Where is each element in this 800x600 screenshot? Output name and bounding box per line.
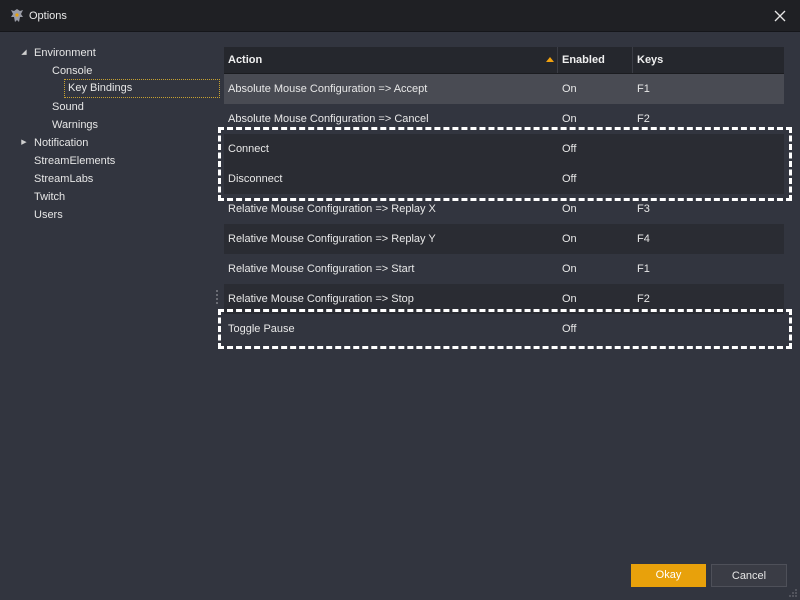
tree-item-label: Key Bindings [64, 79, 220, 98]
tree-item-label: Notification [34, 137, 89, 149]
tree-item-notification[interactable]: ▶ Notification [16, 134, 216, 152]
cell-keys: F1 [637, 83, 650, 95]
tree-item-environment[interactable]: ◢ Environment [16, 44, 216, 62]
table-row[interactable]: Relative Mouse Configuration => Stop On … [224, 284, 784, 314]
column-header-keys[interactable]: Keys [633, 47, 784, 73]
cell-action: Absolute Mouse Configuration => Cancel [228, 113, 429, 125]
cell-keys: F2 [637, 113, 650, 125]
column-header-label: Action [228, 54, 263, 66]
cell-enabled: On [562, 293, 577, 305]
cell-enabled: On [562, 83, 577, 95]
cell-keys: F3 [637, 203, 650, 215]
key-bindings-table: Action Enabled Keys Absolute Mouse Confi… [224, 47, 784, 344]
cell-action: Absolute Mouse Configuration => Accept [228, 83, 428, 95]
resize-grip-icon[interactable] [788, 588, 798, 598]
cell-action: Relative Mouse Configuration => Replay X [228, 203, 436, 215]
cell-enabled: Off [562, 323, 577, 335]
tree-item-label: Users [34, 209, 63, 221]
tree-collapsed-icon[interactable]: ▶ [19, 134, 29, 152]
tree-expanded-icon[interactable]: ◢ [19, 44, 29, 62]
table-row[interactable]: Absolute Mouse Configuration => Accept O… [224, 74, 784, 104]
tree-item-key-bindings[interactable]: Key Bindings [16, 79, 220, 98]
cell-enabled: On [562, 113, 577, 125]
tree-item-streamlabs[interactable]: StreamLabs [16, 170, 216, 188]
close-icon [774, 10, 786, 22]
close-button[interactable] [770, 6, 790, 26]
cell-action: Disconnect [228, 173, 283, 185]
sort-ascending-icon [546, 57, 554, 62]
okay-button[interactable]: Okay [631, 564, 706, 587]
cell-enabled: Off [562, 143, 577, 155]
tree-item-label: StreamElements [34, 155, 116, 167]
tree-item-label: StreamLabs [34, 173, 94, 185]
table-row[interactable]: Absolute Mouse Configuration => Cancel O… [224, 104, 784, 134]
cell-keys [633, 164, 784, 194]
tree-item-console[interactable]: Console [16, 62, 216, 80]
cell-enabled: On [562, 203, 577, 215]
cell-keys: F2 [637, 293, 650, 305]
table-row[interactable]: Toggle Pause Off [224, 314, 784, 344]
tree-item-label: Twitch [34, 191, 66, 203]
column-header-action[interactable]: Action [224, 47, 558, 73]
tree-item-label: Sound [52, 101, 84, 113]
table-row[interactable]: Disconnect Off [224, 164, 784, 194]
title-bar: Options [0, 0, 800, 32]
cell-action: Toggle Pause [228, 323, 295, 335]
cell-keys [633, 134, 784, 164]
column-header-enabled[interactable]: Enabled [558, 47, 633, 73]
splitter-handle[interactable] [216, 290, 220, 304]
cancel-button[interactable]: Cancel [711, 564, 787, 587]
window-title: Options [29, 10, 67, 22]
tree-item-streamelements[interactable]: StreamElements [16, 152, 216, 170]
tree-item-label: Warnings [52, 119, 99, 131]
cell-action: Connect [228, 143, 269, 155]
tree-item-sound[interactable]: Sound [16, 98, 216, 116]
cell-keys: F1 [637, 263, 650, 275]
column-header-label: Enabled [562, 54, 605, 66]
dragon-logo-icon [11, 9, 23, 22]
table-row[interactable]: Relative Mouse Configuration => Replay X… [224, 194, 784, 224]
tree-item-warnings[interactable]: Warnings [16, 116, 216, 134]
cell-action: Relative Mouse Configuration => Stop [228, 293, 414, 305]
cell-action: Relative Mouse Configuration => Replay Y [228, 233, 436, 245]
tree-item-users[interactable]: Users [16, 206, 216, 224]
tree-item-twitch[interactable]: Twitch [16, 188, 216, 206]
tree-item-label: Environment [34, 47, 96, 59]
table-row[interactable]: Relative Mouse Configuration => Start On… [224, 254, 784, 284]
table-header: Action Enabled Keys [224, 47, 784, 74]
cell-keys: F4 [637, 233, 650, 245]
column-header-label: Keys [637, 54, 664, 66]
cell-enabled: Off [562, 173, 577, 185]
cell-enabled: On [562, 263, 577, 275]
table-row[interactable]: Connect Off [224, 134, 784, 164]
table-row[interactable]: Relative Mouse Configuration => Replay Y… [224, 224, 784, 254]
tree-item-label: Console [52, 65, 93, 77]
cell-enabled: On [562, 233, 577, 245]
cell-action: Relative Mouse Configuration => Start [228, 263, 415, 275]
cell-keys [633, 314, 784, 344]
